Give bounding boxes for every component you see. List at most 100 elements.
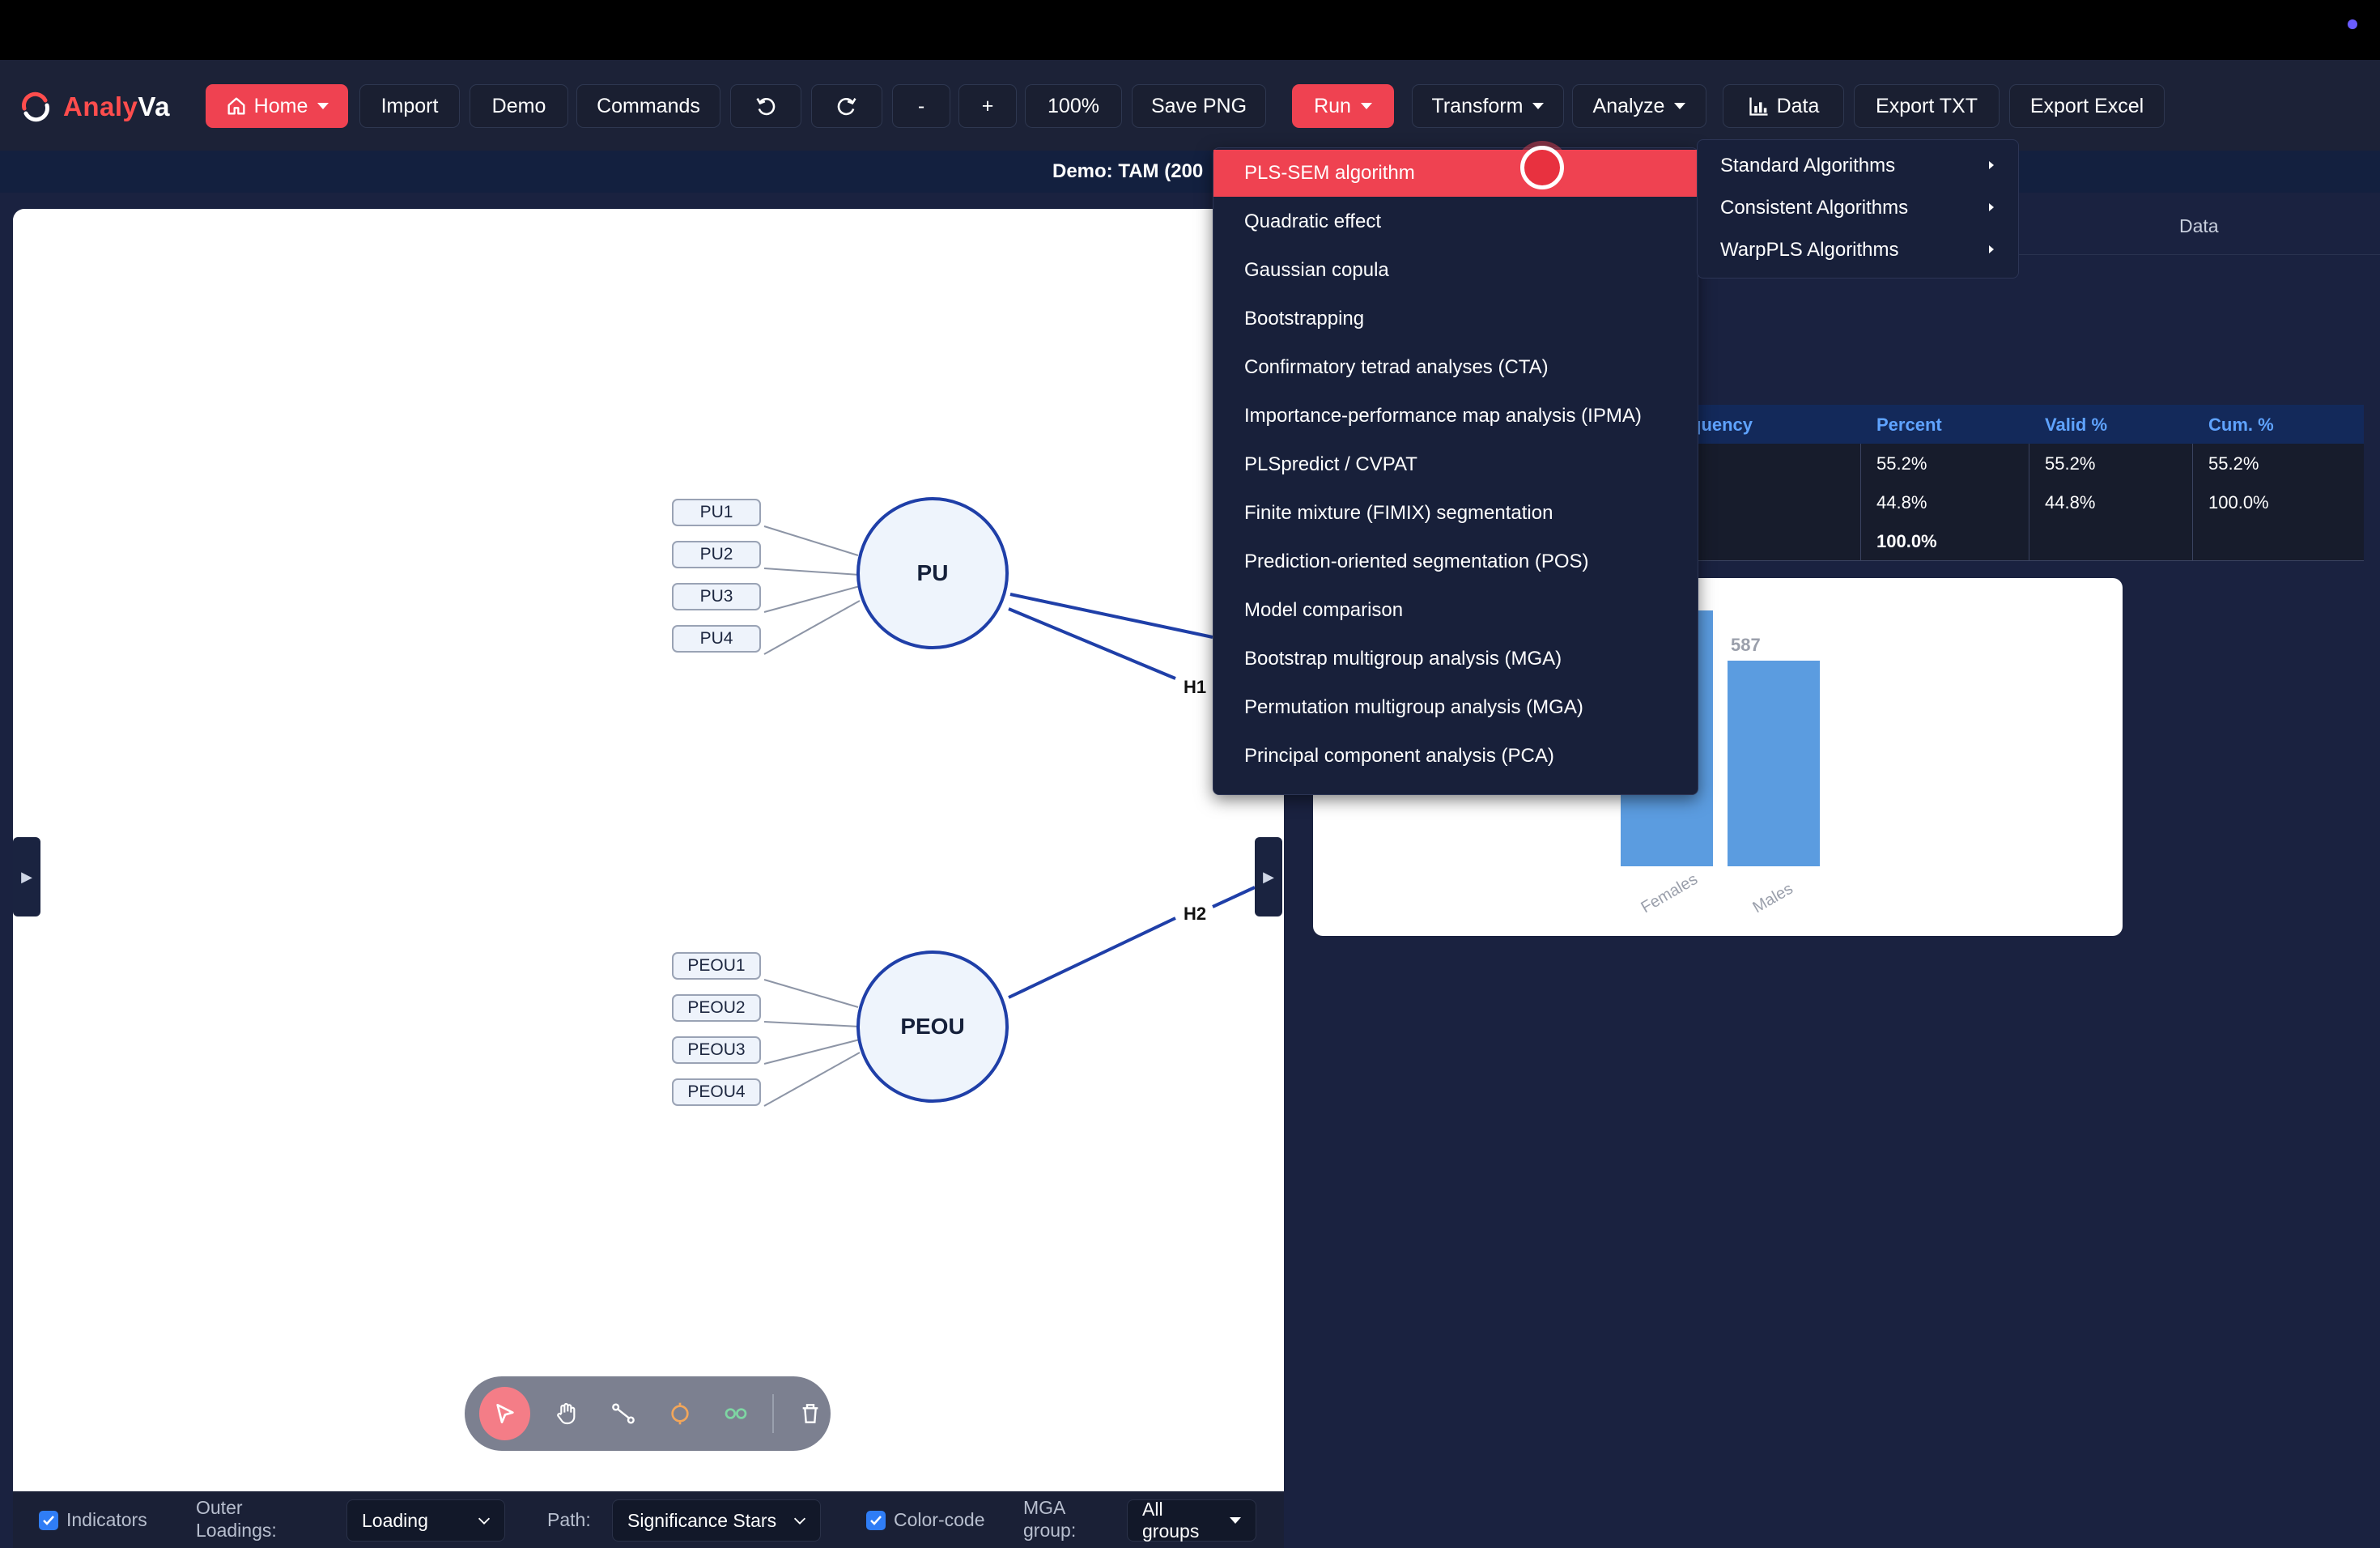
chevron-right-icon [1989, 245, 1994, 253]
right-panel-toggle[interactable]: ▶ [1255, 837, 1282, 916]
moderator-tool[interactable] [716, 1393, 757, 1435]
trash-icon [802, 1404, 818, 1423]
demo-button[interactable]: Demo [470, 84, 568, 128]
hypothesis-h1-label: H1 [1184, 677, 1207, 697]
column-header: Valid % [2045, 415, 2108, 435]
export-txt-button[interactable]: Export TXT [1854, 84, 2000, 128]
chevron-down-icon [317, 103, 329, 109]
display-options-bar: Indicators Outer Loadings: Loading Path:… [13, 1491, 1284, 1548]
chevron-down-icon [793, 1517, 806, 1525]
run-menu-item-label: Prediction-oriented segmentation (POS) [1244, 551, 1589, 572]
zoom-level-button[interactable]: 100% [1025, 84, 1122, 128]
left-panel-toggle[interactable]: ▶ [13, 837, 40, 916]
undo-button[interactable] [730, 84, 801, 128]
mga-group-select[interactable]: All groups [1127, 1499, 1256, 1542]
run-menu-item[interactable]: Importance-performance map analysis (IPM… [1213, 393, 1698, 440]
indicator-pu3[interactable]: PU3 [672, 583, 761, 610]
status-dot [2348, 19, 2357, 29]
construct-peou[interactable]: PEOU [856, 950, 1009, 1103]
run-menu-item[interactable]: Quadratic effect [1213, 198, 1698, 245]
model-canvas[interactable]: PU1 PU2 PU3 PU4 PU PEOU1 PEOU2 PEOU3 PEO… [13, 209, 1284, 1491]
run-menu-item[interactable]: Gaussian copula [1213, 247, 1698, 294]
indicator-pu2[interactable]: PU2 [672, 541, 761, 568]
commands-button[interactable]: Commands [576, 84, 720, 128]
hand-icon [557, 1402, 576, 1425]
run-menu-item-label: Gaussian copula [1244, 259, 1389, 281]
logo-icon [22, 91, 49, 122]
export-excel-button[interactable]: Export Excel [2009, 84, 2165, 128]
x-tick-label: Males [1750, 880, 1796, 917]
tab-data[interactable]: Data [2179, 215, 2219, 237]
run-menu-item[interactable]: Principal component analysis (PCA) [1213, 733, 1698, 780]
frequency-table: quency Percent Valid % Cum. % 55.2% 55.2… [1651, 405, 2364, 561]
run-menu-item-label: Model comparison [1244, 599, 1404, 621]
indicator-peou3[interactable]: PEOU3 [672, 1036, 761, 1064]
indicator-pu1[interactable]: PU1 [672, 499, 761, 526]
run-menu-item[interactable]: Bootstrapping [1213, 296, 1698, 342]
construct-pu[interactable]: PU [856, 497, 1009, 649]
pan-tool[interactable] [546, 1393, 587, 1435]
submenu-item-consistent-algorithms[interactable]: Consistent Algorithms [1698, 187, 2018, 229]
chevron-right-icon [1989, 161, 1994, 169]
cursor-indicator [1520, 146, 1564, 189]
run-menu-item[interactable]: Bootstrap multigroup analysis (MGA) [1213, 636, 1698, 683]
construct-icon [670, 1402, 689, 1425]
indicator-pu4[interactable]: PU4 [672, 625, 761, 653]
home-button[interactable]: Home [206, 84, 348, 128]
path-label: Path: [547, 1509, 591, 1530]
transform-button[interactable]: Transform [1412, 84, 1564, 128]
run-menu-item[interactable]: Prediction-oriented segmentation (POS) [1213, 538, 1698, 585]
run-menu-item-label: Bootstrap multigroup analysis (MGA) [1244, 648, 1562, 670]
connector-icon [611, 1403, 635, 1424]
pointer-icon [495, 1404, 514, 1423]
run-menu-item-label: Quadratic effect [1244, 211, 1381, 232]
mga-group-label: MGA group: [1023, 1497, 1077, 1541]
indicator-peou4[interactable]: PEOU4 [672, 1078, 761, 1106]
import-button[interactable]: Import [359, 84, 460, 128]
submenu-item-standard-algorithms[interactable]: Standard Algorithms [1698, 145, 2018, 187]
connect-tool[interactable] [603, 1393, 644, 1435]
outer-loadings-select[interactable]: Loading [346, 1499, 505, 1542]
infinity-icon [725, 1408, 747, 1419]
zoom-in-button[interactable]: + [958, 84, 1017, 128]
run-menu-item-label: PLSpredict / CVPAT [1244, 453, 1417, 475]
run-menu-item[interactable]: Model comparison [1213, 587, 1698, 634]
toolbar: AnalyVa Home Import Demo Commands - + 10… [0, 60, 2380, 152]
analyze-button[interactable]: Analyze [1572, 84, 1706, 128]
path-display-select[interactable]: Significance Stars [612, 1499, 821, 1542]
project-title-bar: Demo: TAM (200 [0, 151, 2380, 193]
run-menu-item[interactable]: Finite mixture (FIMIX) segmentation [1213, 490, 1698, 537]
run-menu-item[interactable]: Confirmatory tetrad analyses (CTA) [1213, 344, 1698, 391]
run-button[interactable]: Run [1292, 84, 1394, 128]
construct-tool[interactable] [660, 1393, 700, 1435]
indicator-peou1[interactable]: PEOU1 [672, 952, 761, 980]
submenu-item-warppls-algorithms[interactable]: WarpPLS Algorithms [1698, 229, 2018, 271]
data-button[interactable]: Data [1723, 84, 1844, 128]
os-top-strip [0, 0, 2380, 60]
run-menu-item[interactable]: Permutation multigroup analysis (MGA) [1213, 684, 1698, 731]
select-tool[interactable] [479, 1387, 531, 1440]
algorithms-submenu: Standard Algorithms Consistent Algorithm… [1697, 139, 2019, 279]
zoom-out-button[interactable]: - [892, 84, 950, 128]
run-menu-item[interactable]: PLS-SEM algorithm [1213, 150, 1698, 197]
run-menu-item[interactable]: PLSpredict / CVPAT [1213, 441, 1698, 488]
table-row: 55.2% 55.2% 55.2% [1651, 444, 2364, 483]
outer-loadings-label: Outer Loadings: [196, 1497, 277, 1541]
delete-tool[interactable] [790, 1393, 831, 1435]
redo-icon [837, 98, 856, 116]
chevron-down-icon [1532, 103, 1545, 109]
bar-males [1728, 661, 1820, 866]
color-code-toggle[interactable]: Color-code [866, 1509, 985, 1531]
hypothesis-h2-label: H2 [1184, 904, 1207, 924]
project-title: Demo: TAM (200 [1052, 160, 1204, 182]
indicators-toggle[interactable]: Indicators [39, 1509, 147, 1531]
indicator-peou2[interactable]: PEOU2 [672, 994, 761, 1022]
x-tick-label: Females [1638, 870, 1701, 916]
save-png-button[interactable]: Save PNG [1132, 84, 1266, 128]
model-connections [763, 525, 1256, 1107]
run-menu-item-label: Principal component analysis (PCA) [1244, 745, 1554, 767]
redo-button[interactable] [811, 84, 882, 128]
run-menu: PLS-SEM algorithm Quadratic effect Gaussia… [1213, 147, 1698, 795]
app-logo[interactable]: AnalyVa [19, 89, 170, 125]
home-icon [227, 97, 245, 115]
